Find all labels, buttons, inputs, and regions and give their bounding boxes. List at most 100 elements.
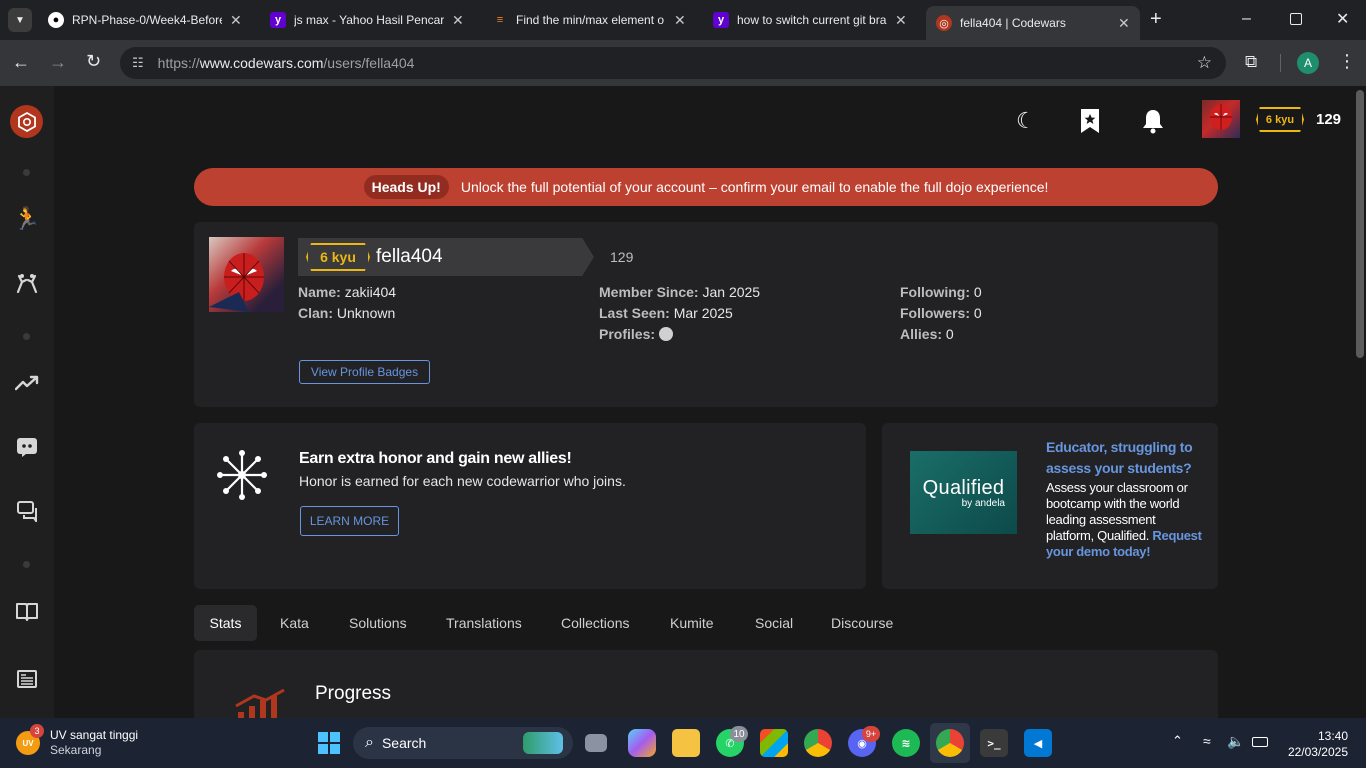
dark-mode-toggle[interactable]: ☾ bbox=[1016, 108, 1036, 134]
header-rank-badge: 6 kyu bbox=[1256, 107, 1304, 132]
learn-more-button[interactable]: LEARN MORE bbox=[300, 506, 399, 536]
show-hidden-icons[interactable]: ⌃ bbox=[1172, 733, 1183, 749]
left-sidebar: 🏃 bbox=[0, 86, 54, 718]
discord-badge: 9+ bbox=[862, 726, 880, 742]
profile-avatar bbox=[209, 237, 284, 312]
profile-card: 6 kyu fella404 129 Name: zakii404 Clan: … bbox=[194, 222, 1218, 407]
reload-button[interactable]: ↻ bbox=[86, 51, 101, 72]
weather-widget[interactable]: UV 3 UV sangat tinggi Sekarang bbox=[16, 724, 138, 758]
tab-collections[interactable]: Collections bbox=[561, 605, 629, 641]
header-avatar[interactable] bbox=[1202, 100, 1240, 138]
chrome-profile-icon[interactable] bbox=[936, 729, 964, 757]
copilot-icon[interactable] bbox=[628, 729, 656, 757]
tab-discourse[interactable]: Discourse bbox=[831, 605, 893, 641]
tab-translations[interactable]: Translations bbox=[446, 605, 522, 641]
profile-rank-badge: 6 kyu bbox=[306, 243, 370, 271]
wifi-icon[interactable]: ≈ bbox=[1203, 733, 1211, 749]
browser-tab-1[interactable]: ● RPN-Phase-0/Week4-Before ✕ bbox=[48, 6, 242, 34]
spiderman-avatar-icon bbox=[1210, 104, 1232, 130]
tab-social[interactable]: Social bbox=[755, 605, 793, 641]
tab-kata[interactable]: Kata bbox=[280, 605, 309, 641]
forum-icon[interactable] bbox=[13, 497, 41, 525]
clock[interactable]: 13:40 22/03/2025 bbox=[1280, 728, 1348, 760]
weather-subtitle: Sekarang bbox=[50, 743, 102, 757]
banner-badge: Heads Up! bbox=[363, 175, 449, 199]
task-view-icon[interactable] bbox=[585, 734, 607, 752]
tab-title: Find the min/max element o bbox=[516, 13, 665, 27]
terminal-icon[interactable]: >_ bbox=[980, 729, 1008, 757]
member-since-label: Member Since: bbox=[599, 284, 699, 300]
chrome-icon[interactable] bbox=[804, 729, 832, 757]
windows-taskbar: UV 3 UV sangat tinggi Sekarang ⌕ Search … bbox=[0, 718, 1366, 768]
close-icon[interactable]: ✕ bbox=[230, 12, 242, 29]
search-icon: ⌕ bbox=[365, 734, 374, 751]
bookmark-icon bbox=[1081, 109, 1099, 133]
taskbar-search[interactable]: ⌕ Search bbox=[353, 727, 573, 759]
spotify-icon[interactable]: ≋ bbox=[892, 729, 920, 757]
docs-icon[interactable] bbox=[13, 597, 41, 625]
qualified-logo[interactable]: Qualified by andela bbox=[910, 451, 1017, 534]
close-icon[interactable]: ✕ bbox=[674, 12, 686, 29]
stackoverflow-icon: ≡ bbox=[496, 14, 504, 26]
address-bar[interactable]: ☷ https://www.codewars.com/users/fella40… bbox=[120, 47, 1226, 79]
profile-username: fella404 bbox=[376, 246, 443, 267]
browser-tab-5[interactable]: ◎ fella404 | Codewars ✕ bbox=[926, 6, 1140, 40]
discord-icon[interactable] bbox=[13, 433, 41, 461]
tab-solutions[interactable]: Solutions bbox=[349, 605, 407, 641]
volume-icon[interactable]: 🔈 bbox=[1227, 733, 1244, 750]
close-icon[interactable]: ✕ bbox=[452, 12, 464, 29]
close-window-button[interactable]: ✕ bbox=[1336, 9, 1349, 29]
clan-value: Unknown bbox=[336, 305, 396, 321]
profile-avatar[interactable]: A bbox=[1297, 52, 1319, 74]
site-info-icon[interactable]: ☷ bbox=[132, 55, 144, 71]
view-profile-badges-button[interactable]: View Profile Badges bbox=[299, 360, 430, 384]
tab-title: js max - Yahoo Hasil Pencaria bbox=[294, 13, 444, 27]
browser-tab-2[interactable]: y js max - Yahoo Hasil Pencaria ✕ bbox=[270, 6, 464, 34]
scrollbar-thumb[interactable] bbox=[1356, 90, 1364, 358]
close-icon[interactable]: ✕ bbox=[1118, 15, 1130, 32]
close-icon[interactable]: ✕ bbox=[895, 12, 907, 29]
minimize-button[interactable]: – bbox=[1242, 10, 1251, 28]
ad-heading[interactable]: Educator, struggling to assess your stud… bbox=[1046, 437, 1206, 479]
bookmark-star-icon[interactable]: ☆ bbox=[1197, 53, 1212, 73]
back-button[interactable]: ← bbox=[12, 52, 30, 73]
extensions-icon[interactable]: ⧉ bbox=[1245, 52, 1257, 72]
restore-button[interactable] bbox=[1290, 13, 1302, 25]
file-explorer-icon[interactable] bbox=[672, 729, 700, 757]
notifications-button[interactable] bbox=[1141, 108, 1165, 139]
search-label: Search bbox=[381, 735, 427, 751]
following-label: Following: bbox=[900, 284, 970, 300]
vscode-icon[interactable]: ◀ bbox=[1024, 729, 1052, 757]
discord-chat-icon bbox=[17, 438, 37, 457]
windows-start-icon[interactable] bbox=[315, 729, 343, 757]
practice-icon[interactable] bbox=[13, 269, 41, 297]
sparring-icon bbox=[16, 274, 38, 294]
referral-card: Earn extra honor and gain new allies! Ho… bbox=[194, 423, 866, 589]
github-icon[interactable] bbox=[658, 327, 673, 341]
codewars-logo[interactable] bbox=[10, 105, 43, 138]
qualified-ad-card: Qualified by andela Educator, struggling… bbox=[882, 423, 1218, 589]
tab-search-button[interactable]: ▼ bbox=[8, 8, 32, 32]
battery-icon[interactable] bbox=[1252, 737, 1268, 747]
microsoft-store-icon[interactable] bbox=[760, 729, 788, 757]
browser-tab-4[interactable]: y how to switch current git bra ✕ bbox=[713, 6, 907, 34]
tab-kumite[interactable]: Kumite bbox=[670, 605, 714, 641]
progress-title: Progress bbox=[315, 683, 392, 704]
trending-up-icon bbox=[15, 375, 39, 391]
training-icon[interactable]: 🏃 bbox=[13, 205, 41, 233]
tab-stats[interactable]: Stats bbox=[194, 605, 257, 641]
browser-tab-3[interactable]: ≡ Find the min/max element o ✕ bbox=[492, 6, 686, 34]
allies-row: Allies: 0 bbox=[900, 326, 954, 342]
new-tab-button[interactable]: + bbox=[1150, 8, 1162, 31]
toolbar-divider bbox=[1280, 54, 1281, 72]
url-text: https://www.codewars.com/users/fella404 bbox=[158, 55, 415, 71]
leaderboard-icon[interactable] bbox=[13, 369, 41, 397]
ad-body: Assess your classroom or bootcamp with t… bbox=[1046, 480, 1206, 560]
blog-icon[interactable] bbox=[13, 665, 41, 693]
bookmarks-button[interactable] bbox=[1080, 108, 1100, 139]
tab-title: how to switch current git bra bbox=[737, 13, 887, 27]
browser-menu-icon[interactable]: ⋮ bbox=[1338, 51, 1356, 72]
chevron-down-icon: ▼ bbox=[15, 14, 25, 26]
email-confirm-banner[interactable]: Heads Up! Unlock the full potential of y… bbox=[194, 168, 1218, 206]
forward-button[interactable]: → bbox=[49, 52, 67, 73]
